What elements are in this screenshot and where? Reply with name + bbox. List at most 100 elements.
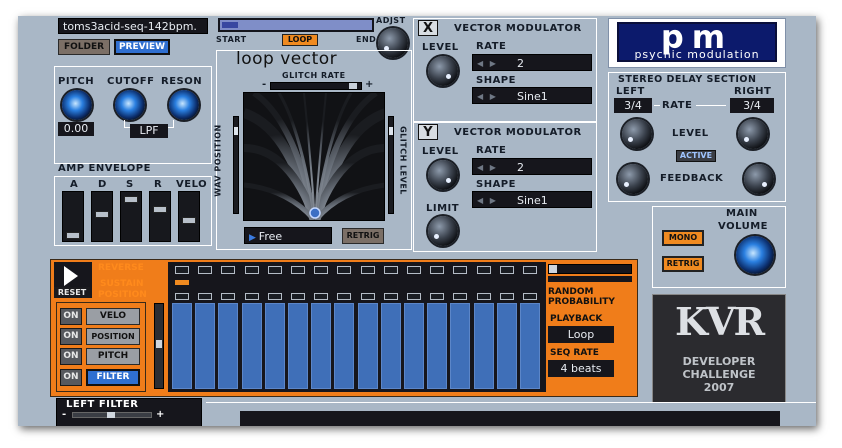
glitch-rate-slider[interactable] [270,82,362,90]
reson-knob[interactable] [169,90,199,120]
preview-button[interactable]: PREVIEW [114,39,170,55]
position-step-toggle[interactable] [407,293,421,300]
route-on-pitch[interactable]: ON [60,348,82,365]
cutoff-knob[interactable] [115,90,145,120]
vector-mod-1-level-knob[interactable] [428,56,458,86]
reverse-step-toggle[interactable] [291,266,305,274]
route-on-position[interactable]: ON [60,328,82,345]
delay-right-value[interactable]: 3/4 [730,98,774,113]
sustain-step-indicator[interactable] [175,280,189,285]
loop-position-bar[interactable] [218,18,374,32]
step-value-bar[interactable] [242,303,262,389]
position-step-toggle[interactable] [361,293,375,300]
position-step-toggle[interactable] [221,293,235,300]
reverse-step-toggle[interactable] [523,266,537,274]
delay-level-left-knob[interactable] [622,119,652,149]
reverse-step-toggle[interactable] [268,266,282,274]
vector-mod-2-limit-knob[interactable] [428,216,458,246]
pitch-knob[interactable] [62,90,92,120]
step-value-bar[interactable] [427,303,447,389]
step-value-bar[interactable] [218,303,238,389]
playback-select[interactable]: Loop [548,326,614,343]
step-value-bar[interactable] [172,303,192,389]
route-filter-button[interactable]: FILTER [86,369,140,386]
shape-arrows-icon[interactable]: ◀ ▶ [477,88,498,105]
vector-mod-2-rate-select[interactable]: ◀ ▶ 2 [472,158,592,175]
seq-rate-select[interactable]: 4 beats [548,360,614,377]
reverse-step-toggle[interactable] [314,266,328,274]
route-velo-button[interactable]: VELO [86,308,140,325]
reverse-step-toggle[interactable] [477,266,491,274]
position-step-toggle[interactable] [268,293,282,300]
reverse-step-toggle[interactable] [245,266,259,274]
step-value-bar[interactable] [288,303,308,389]
position-step-toggle[interactable] [477,293,491,300]
reverse-step-toggle[interactable] [175,266,189,274]
filter-type-display[interactable]: LPF [130,124,168,138]
position-step-toggle[interactable] [337,293,351,300]
reverse-step-toggle[interactable] [384,266,398,274]
position-step-toggle[interactable] [500,293,514,300]
random-probability-slider[interactable] [548,264,632,274]
delay-left-value[interactable]: 3/4 [614,98,652,113]
rate-arrows-icon[interactable]: ◀ ▶ [477,159,498,176]
route-on-filter[interactable]: ON [60,369,82,386]
rate-arrows-icon[interactable]: ◀ ▶ [477,55,498,72]
play-icon[interactable] [64,266,78,286]
reverse-step-toggle[interactable] [337,266,351,274]
delay-active-button[interactable]: ACTIVE [676,150,716,162]
vector-mod-2-shape-select[interactable]: ◀ ▶ Sine1 [472,191,592,208]
position-step-toggle[interactable] [430,293,444,300]
delay-feedback-left-knob[interactable] [618,164,648,194]
vector-mod-2-level-knob[interactable] [428,160,458,190]
left-filter-thumb[interactable] [107,412,115,418]
step-value-bar[interactable] [358,303,378,389]
reset-button[interactable]: RESET [54,287,90,298]
wav-position-slider[interactable] [233,116,239,214]
step-value-bar[interactable] [474,303,494,389]
glitch-rate-thumb[interactable] [349,83,357,89]
velocity-fader[interactable] [178,191,200,242]
step-value-bar[interactable] [381,303,401,389]
wav-position-thumb[interactable] [234,127,238,135]
release-fader[interactable] [149,191,171,242]
reverse-step-toggle[interactable] [198,266,212,274]
step-value-bar[interactable] [334,303,354,389]
position-step-toggle[interactable] [314,293,328,300]
glitch-level-thumb[interactable] [389,127,393,135]
preset-name-display[interactable]: toms3acid-seq-142bpm. [58,18,208,34]
step-value-bar[interactable] [311,303,331,389]
left-filter-slider[interactable] [72,412,152,418]
vector-xy-pad[interactable] [243,92,385,221]
vector-retrig-button[interactable]: RETRIG [342,228,384,244]
position-step-toggle[interactable] [384,293,398,300]
main-volume-knob[interactable] [736,236,774,274]
vector-mod-1-rate-select[interactable]: ◀ ▶ 2 [472,54,592,71]
step-value-bar[interactable] [195,303,215,389]
attack-fader[interactable] [62,191,84,242]
reverse-step-toggle[interactable] [221,266,235,274]
decay-fader[interactable] [91,191,113,242]
position-step-toggle[interactable] [245,293,259,300]
reverse-step-toggle[interactable] [500,266,514,274]
sequencer-vertical-thumb[interactable] [156,340,162,348]
random-probability-thumb[interactable] [549,265,557,273]
reverse-step-toggle[interactable] [453,266,467,274]
loop-button[interactable]: LOOP [282,34,318,46]
sequencer-vertical-slider[interactable] [154,303,164,389]
route-pitch-button[interactable]: PITCH [86,348,140,365]
vector-mode-select[interactable]: ▶ Free [244,227,332,244]
folder-button[interactable]: FOLDER [58,39,110,55]
reverse-step-toggle[interactable] [430,266,444,274]
delay-level-right-knob[interactable] [738,119,768,149]
position-step-toggle[interactable] [453,293,467,300]
reverse-step-toggle[interactable] [407,266,421,274]
mono-button[interactable]: MONO [662,230,704,246]
step-value-bar[interactable] [497,303,517,389]
step-value-bar[interactable] [265,303,285,389]
step-value-bar[interactable] [450,303,470,389]
step-value-bar[interactable] [404,303,424,389]
position-step-toggle[interactable] [175,293,189,300]
sustain-fader[interactable] [120,191,142,242]
position-step-toggle[interactable] [291,293,305,300]
